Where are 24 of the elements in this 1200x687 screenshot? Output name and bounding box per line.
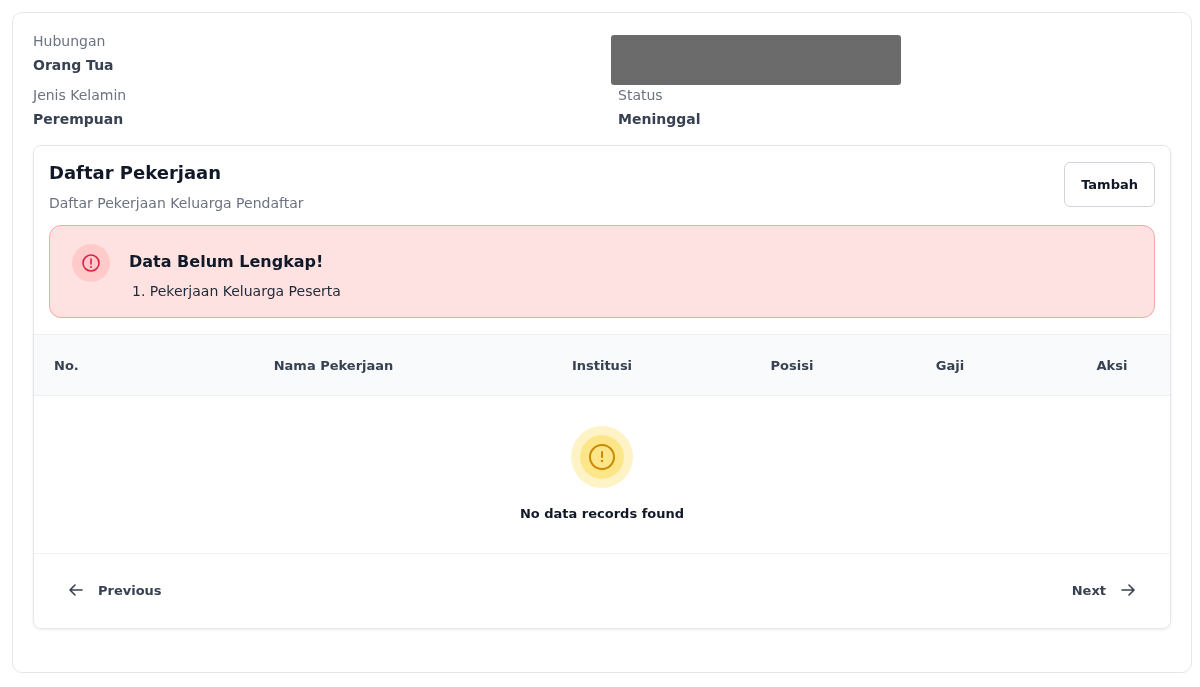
field-label: Hubungan (33, 33, 106, 49)
field-label: Jenis Kelamin (33, 87, 127, 103)
warning-icon (571, 426, 633, 488)
arrow-right-icon (1120, 582, 1136, 598)
column-header: Institusi (571, 357, 633, 373)
field-label: Status (618, 87, 663, 103)
column-header: Aksi (1096, 357, 1128, 373)
next-button[interactable]: Next (1071, 582, 1136, 598)
alert-item: 1. Pekerjaan Keluarga Peserta (132, 283, 341, 299)
column-header: No. (54, 357, 79, 373)
column-header: Gaji (935, 357, 965, 373)
field-value: Meninggal (618, 111, 701, 127)
add-button[interactable]: Tambah (1064, 162, 1155, 207)
section-subtitle: Daftar Pekerjaan Keluarga Pendaftar (49, 195, 304, 211)
arrow-left-icon (68, 582, 84, 598)
column-header: Nama Pekerjaan (273, 357, 394, 373)
field-value: Perempuan (33, 111, 124, 127)
previous-button[interactable]: Previous (68, 582, 162, 598)
section-title: Daftar Pekerjaan (49, 162, 223, 183)
field-value: Orang Tua (33, 57, 114, 73)
alert-title: Data Belum Lengkap! (129, 252, 325, 271)
warning-icon (72, 244, 110, 282)
column-header: Posisi (770, 357, 814, 373)
empty-message: No data records found (519, 506, 685, 521)
